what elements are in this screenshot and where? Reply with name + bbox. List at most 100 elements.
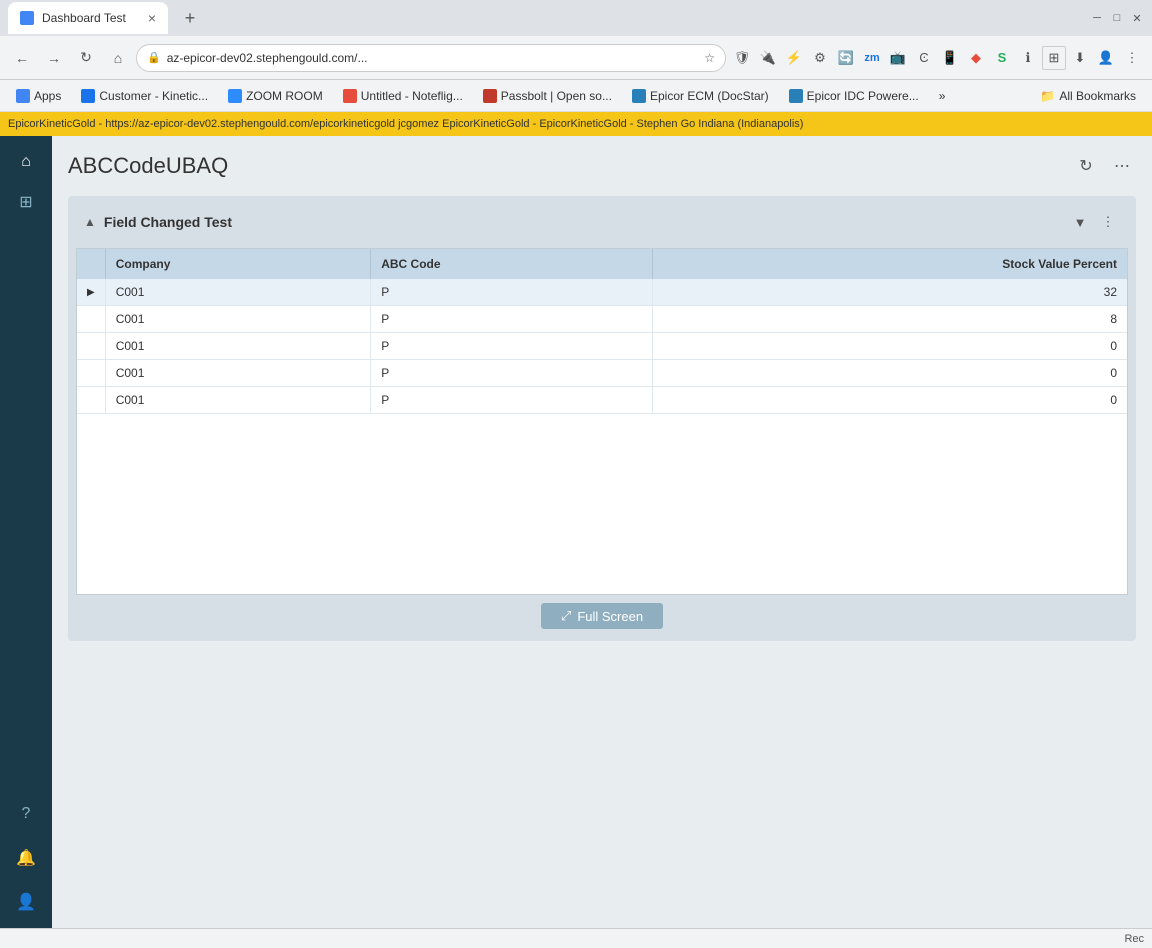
cell-stock-4: 0 [653, 360, 1127, 387]
table-row[interactable]: C001 P 8 [77, 306, 1127, 333]
col-abc-code: ABC Code [371, 249, 653, 279]
table-container: Company ABC Code Stock Value Percent ▶ C… [76, 248, 1128, 595]
bookmark-noteflig[interactable]: Untitled - Noteflig... [335, 86, 471, 106]
table-row[interactable]: C001 P 0 [77, 387, 1127, 414]
app-body: ⌂ ⊞ ? 🔔 👤 ABCCodeUBAQ ↻ ⋯ ▲ Field Change… [0, 136, 1152, 928]
data-table: Company ABC Code Stock Value Percent ▶ C… [77, 249, 1127, 414]
extension-icon-1[interactable]: 🔌 [756, 46, 780, 70]
full-screen-button[interactable]: ⤢ Full Screen [541, 603, 663, 629]
settings-icon[interactable]: ⚙ [808, 46, 832, 70]
cell-company-1: C001 [105, 279, 371, 306]
filter-button[interactable]: ▼ [1068, 210, 1092, 234]
info-bar-text: EpicorKineticGold - https://az-epicor-de… [8, 118, 803, 130]
cell-stock-1: 32 [653, 279, 1127, 306]
sidebar-apps-icon[interactable]: ⊞ [8, 184, 44, 220]
active-tab[interactable]: Dashboard Test × [8, 2, 168, 34]
extension-icon-6[interactable]: 📱 [938, 46, 962, 70]
back-button[interactable]: ← [8, 44, 36, 72]
refresh-button[interactable]: ↻ [72, 44, 100, 72]
extension-icon-8[interactable]: S [990, 46, 1014, 70]
row-indicator-1: ▶ [77, 279, 105, 306]
bookmark-more[interactable]: » [931, 86, 954, 106]
bookmark-more-label: » [939, 89, 946, 103]
panel-menu-button[interactable]: ⋮ [1096, 210, 1120, 234]
extension-icon-7[interactable]: ◆ [964, 46, 988, 70]
bookmark-epicor-ecm-label: Epicor ECM (DocStar) [650, 89, 769, 103]
panel-header-actions: ▼ ⋮ [1068, 210, 1120, 234]
bookmark-all[interactable]: 📁 All Bookmarks [1032, 86, 1144, 106]
bookmark-epicor-ecm[interactable]: Epicor ECM (DocStar) [624, 86, 777, 106]
bookmark-passbolt[interactable]: Passbolt | Open so... [475, 86, 620, 106]
maximize-button[interactable]: □ [1110, 11, 1124, 25]
cell-abc-5: P [371, 387, 653, 414]
download-icon[interactable]: ⬇ [1068, 46, 1092, 70]
home-button[interactable]: ⌂ [104, 44, 132, 72]
table-row[interactable]: C001 P 0 [77, 333, 1127, 360]
more-options-button[interactable]: ⋯ [1108, 152, 1136, 180]
row-indicator-5 [77, 387, 105, 414]
bookmark-icon[interactable]: ☆ [704, 51, 715, 65]
bookmark-customer-kinetic[interactable]: Customer - Kinetic... [73, 86, 216, 106]
extension-icon-5[interactable]: Ͼ [912, 46, 936, 70]
profile-icon[interactable]: 👤 [1094, 46, 1118, 70]
close-button[interactable]: ✕ [1130, 11, 1144, 25]
sidebar: ⌂ ⊞ ? 🔔 👤 [0, 136, 52, 928]
extension-icon-4[interactable]: 📺 [886, 46, 910, 70]
address-text: az-epicor-dev02.stephengould.com/... [167, 51, 699, 65]
col-company: Company [105, 249, 371, 279]
forward-button[interactable]: → [40, 44, 68, 72]
bookmark-passbolt-icon [483, 89, 497, 103]
table-row[interactable]: C001 P 0 [77, 360, 1127, 387]
cell-stock-5: 0 [653, 387, 1127, 414]
col-indicator [77, 249, 105, 279]
bookmark-zoom-label: ZOOM ROOM [246, 89, 323, 103]
cell-company-5: C001 [105, 387, 371, 414]
bookmark-apps-icon [16, 89, 30, 103]
cell-stock-2: 8 [653, 306, 1127, 333]
sidebar-profile-icon[interactable]: 👤 [8, 884, 44, 920]
zoom-icon[interactable]: zm [860, 46, 884, 70]
menu-icon[interactable]: ⋮ [1120, 46, 1144, 70]
extension-icon-3[interactable]: 🔄 [834, 46, 858, 70]
cell-abc-1: P [371, 279, 653, 306]
cell-company-4: C001 [105, 360, 371, 387]
title-bar: Dashboard Test × + ─ □ ✕ [0, 0, 1152, 36]
extension-icon-9[interactable]: ℹ [1016, 46, 1040, 70]
minimize-button[interactable]: ─ [1090, 11, 1104, 25]
row-indicator-4 [77, 360, 105, 387]
panel-collapse-button[interactable]: ▲ [84, 215, 96, 229]
address-bar[interactable]: 🔒 az-epicor-dev02.stephengould.com/... ☆ [136, 44, 726, 72]
extension-icon-10[interactable]: ⊞ [1042, 46, 1066, 70]
panel-title: Field Changed Test [104, 214, 1068, 230]
bookmark-customer-icon [81, 89, 95, 103]
col-stock-value: Stock Value Percent [653, 249, 1127, 279]
status-bar: Rec [0, 928, 1152, 948]
tab-favicon [20, 11, 34, 25]
new-tab-button[interactable]: + [176, 4, 204, 32]
refresh-page-button[interactable]: ↻ [1072, 152, 1100, 180]
panel: ▲ Field Changed Test ▼ ⋮ Company ABC [68, 196, 1136, 641]
bookmark-apps[interactable]: Apps [8, 86, 69, 106]
panel-header: ▲ Field Changed Test ▼ ⋮ [76, 204, 1128, 240]
bookmark-zoom[interactable]: ZOOM ROOM [220, 86, 331, 106]
full-screen-bar: ⤢ Full Screen [76, 595, 1128, 633]
cell-company-2: C001 [105, 306, 371, 333]
main-content: ABCCodeUBAQ ↻ ⋯ ▲ Field Changed Test ▼ ⋮ [52, 136, 1152, 928]
page-title: ABCCodeUBAQ [68, 153, 1072, 179]
tab-close-button[interactable]: × [148, 10, 156, 26]
bookmark-all-label: All Bookmarks [1059, 89, 1136, 103]
table-row[interactable]: ▶ C001 P 32 [77, 279, 1127, 306]
sidebar-home-icon[interactable]: ⌂ [8, 144, 44, 180]
cell-abc-4: P [371, 360, 653, 387]
browser-nav-icons: 🛡 🔌 ⚡ ⚙ 🔄 zm 📺 Ͼ 📱 ◆ S ℹ ⊞ ⬇ 👤 ⋮ [730, 46, 1144, 70]
cell-company-3: C001 [105, 333, 371, 360]
sidebar-help-icon[interactable]: ? [8, 796, 44, 832]
bookmark-customer-label: Customer - Kinetic... [99, 89, 208, 103]
extension-icon-2[interactable]: ⚡ [782, 46, 806, 70]
cell-abc-3: P [371, 333, 653, 360]
sidebar-notifications-icon[interactable]: 🔔 [8, 840, 44, 876]
status-text: Rec [1124, 933, 1144, 945]
page-actions: ↻ ⋯ [1072, 152, 1136, 180]
bookmark-epicor-idc[interactable]: Epicor IDC Powere... [781, 86, 927, 106]
shield-icon[interactable]: 🛡 [730, 46, 754, 70]
